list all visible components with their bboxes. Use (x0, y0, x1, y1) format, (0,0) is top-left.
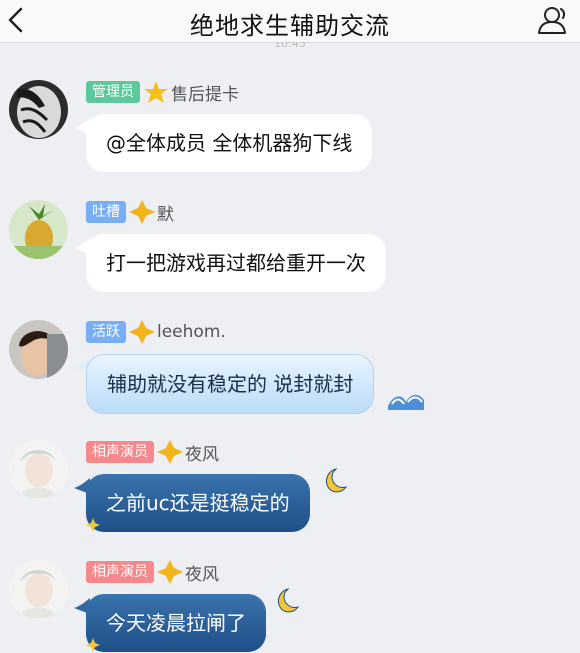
sender-nickname[interactable]: leehom. (157, 322, 226, 342)
small-star-icon (86, 518, 100, 532)
sender-nickname[interactable]: 夜风 (185, 560, 219, 585)
avatar[interactable] (9, 80, 68, 139)
avatar[interactable] (9, 440, 68, 499)
sender-nickname[interactable]: 夜风 (185, 440, 219, 465)
small-star-icon (86, 638, 100, 652)
avatar[interactable] (9, 320, 68, 379)
message-bubble[interactable]: @全体成员 全体机器狗下线 (86, 114, 373, 172)
message-bubble[interactable]: 之前uc还是挺稳定的 (86, 474, 310, 532)
message-bubble[interactable]: 打一把游戏再过都给重开一次 (86, 234, 386, 292)
sender-row: 相声演员 夜风 (86, 440, 219, 465)
star-icon (144, 81, 168, 103)
moon-icon (277, 588, 300, 613)
sender-nickname[interactable]: 默 (157, 200, 174, 225)
diamond-star-icon (129, 320, 155, 344)
role-badge: 吐槽 (86, 201, 126, 223)
role-badge: 管理员 (86, 81, 140, 103)
role-badge: 活跃 (86, 321, 126, 343)
role-badge: 相声演员 (86, 441, 154, 463)
user-profile-icon[interactable] (536, 4, 572, 36)
diamond-star-icon (157, 440, 183, 464)
role-badge: 相声演员 (86, 561, 154, 583)
sender-row: 活跃 leehom. (86, 320, 226, 344)
avatar[interactable] (9, 560, 68, 619)
chat-title: 绝地求生辅助交流 (190, 12, 390, 40)
avatar[interactable] (9, 200, 68, 259)
message-timestamp: 10:45 (274, 42, 306, 50)
sender-row: 管理员 售后提卡 (86, 80, 239, 105)
wave-decoration-icon (388, 394, 424, 410)
diamond-star-icon (129, 200, 155, 224)
moon-icon (325, 468, 348, 493)
diamond-star-icon (157, 560, 183, 584)
sender-row: 相声演员 夜风 (86, 560, 219, 585)
sender-nickname[interactable]: 售后提卡 (171, 80, 239, 105)
message-bubble[interactable]: 今天凌晨拉闸了 (86, 594, 266, 652)
message-bubble[interactable]: 辅助就没有稳定的 说封就封 (86, 354, 375, 414)
chat-header: 绝地求生辅助交流 (0, 0, 580, 43)
sender-row: 吐槽 默 (86, 200, 174, 225)
